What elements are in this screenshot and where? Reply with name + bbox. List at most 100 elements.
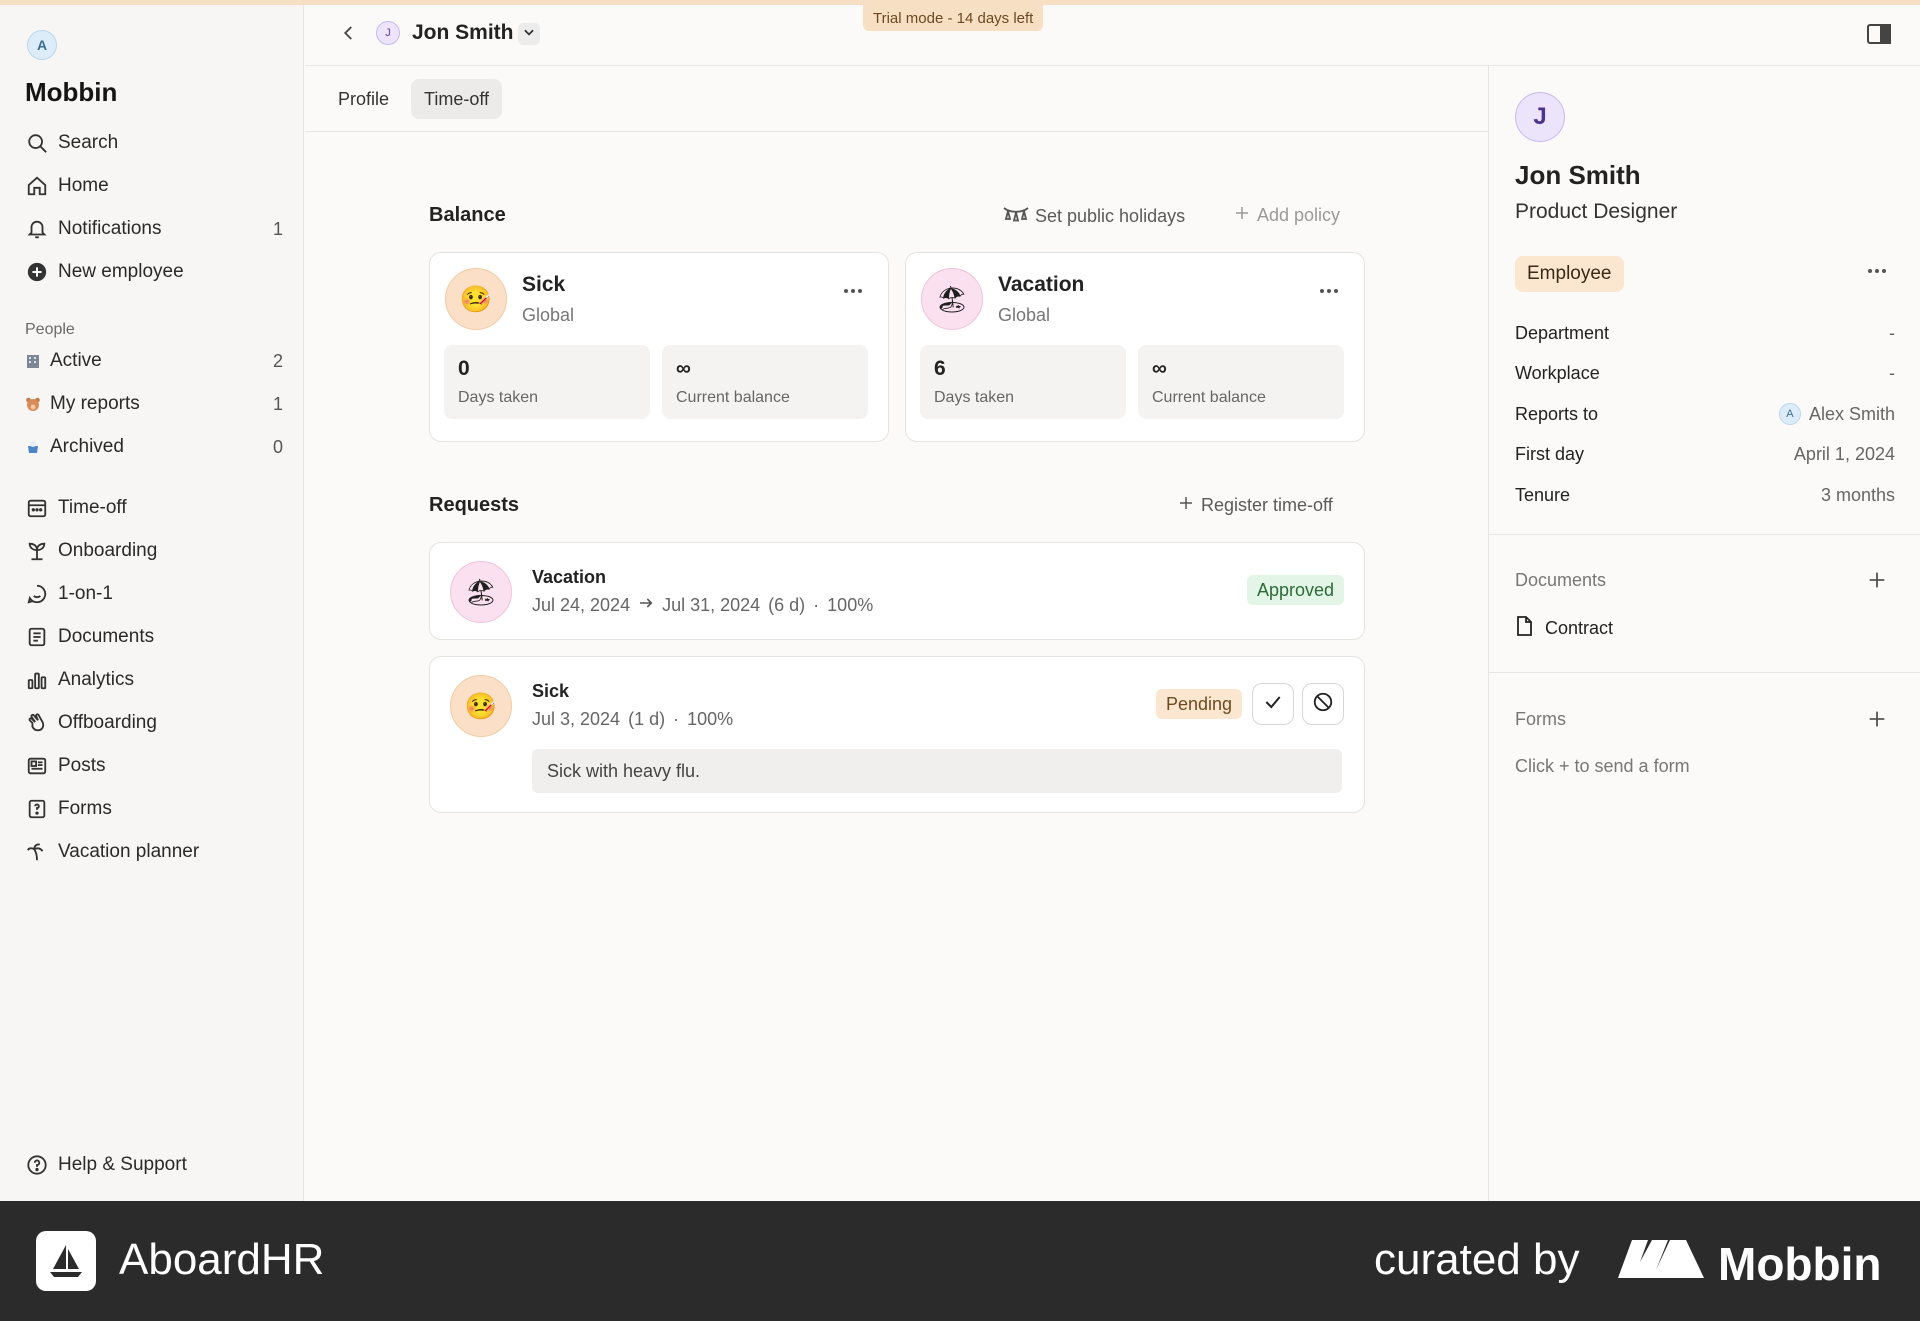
policy-name: Sick	[522, 273, 566, 296]
more-options-button[interactable]	[844, 289, 866, 297]
current-balance-label: Current balance	[676, 389, 790, 406]
days-taken-label: Days taken	[458, 389, 539, 406]
policy-scope: Global	[998, 305, 1051, 325]
requests-title: Requests	[429, 494, 520, 516]
plus-icon	[1866, 572, 1888, 595]
nav-label: Home	[58, 175, 109, 196]
field-value: -	[1889, 362, 1895, 383]
days-taken-label: Days taken	[934, 389, 1015, 406]
more-options-button[interactable]	[1868, 269, 1886, 273]
request-type: Vacation	[532, 567, 607, 587]
archive-emoji-icon	[25, 439, 41, 455]
more-options-button[interactable]	[1320, 289, 1342, 297]
footer-banner: AboardHR curated by Mobbin	[0, 1201, 1920, 1321]
field-value: Alex Smith	[1808, 403, 1895, 424]
days-taken-value: 6	[934, 357, 946, 380]
nav-label: Posts	[58, 755, 106, 776]
chat-smile-icon	[25, 582, 49, 606]
workspace-avatar[interactable]: A	[27, 30, 57, 60]
document-name: Contract	[1545, 618, 1614, 638]
sidebar: A Mobbin Search Home Notifications 1 New…	[0, 5, 304, 1201]
vacation-emoji-icon: 🏖	[450, 561, 512, 623]
toggle-side-panel-button[interactable]	[1866, 23, 1892, 47]
nav-time-off[interactable]: Time-off	[25, 491, 283, 525]
policy-name: Vacation	[998, 273, 1085, 296]
manager-link[interactable]: A Alex Smith	[1778, 403, 1895, 425]
nav-people-active[interactable]: Active 2	[25, 344, 283, 378]
ban-icon	[1312, 691, 1334, 718]
nav-label: My reports	[50, 393, 140, 414]
nav-help-support[interactable]: Help & Support	[25, 1148, 283, 1182]
employee-avatar: J	[1515, 92, 1565, 142]
document-icon	[25, 625, 49, 649]
field-label: Reports to	[1515, 403, 1599, 424]
nav-people-archived[interactable]: Archived 0	[25, 430, 283, 464]
nav-notifications[interactable]: Notifications 1	[25, 212, 283, 246]
tab-profile[interactable]: Profile	[325, 79, 402, 119]
request-card-sick[interactable]: 🤒 Sick Jul 3, 2024 (1 d) · 100% Pending …	[429, 656, 1365, 813]
field-value: -	[1889, 322, 1895, 343]
plus-icon	[1233, 204, 1251, 227]
current-balance-stat: ∞ Current balance	[1138, 345, 1344, 419]
nav-label: Notifications	[58, 218, 162, 239]
nav-forms[interactable]: Forms	[25, 792, 283, 826]
divider	[1489, 534, 1920, 535]
approve-request-button[interactable]	[1252, 683, 1294, 725]
nav-search[interactable]: Search	[25, 126, 283, 160]
nav-label: Search	[58, 132, 119, 153]
wave-hand-icon	[25, 711, 49, 735]
document-item-contract[interactable]: Contract	[1515, 616, 1613, 641]
field-label: Workplace	[1515, 362, 1600, 383]
request-card-vacation[interactable]: 🏖 Vacation Jul 24, 2024 Jul 31, 2024 (6 …	[429, 542, 1365, 640]
back-button[interactable]	[334, 20, 364, 50]
current-balance-label: Current balance	[1152, 389, 1266, 406]
office-emoji-icon	[25, 353, 41, 369]
employee-type-badge[interactable]: Employee	[1515, 256, 1624, 292]
request-percent: 100%	[827, 595, 874, 615]
register-time-off-button[interactable]: Register time-off	[1177, 494, 1333, 517]
nav-posts[interactable]: Posts	[25, 749, 283, 783]
balance-card-vacation: 🏖 Vacation Global 6 Days taken ∞ Current…	[905, 252, 1365, 442]
tab-time-off[interactable]: Time-off	[411, 79, 503, 119]
employee-name-header: Jon Smith	[412, 21, 514, 44]
mobbin-brand: Mobbin	[1618, 1237, 1882, 1291]
field-tenure: Tenure 3 months	[1515, 480, 1895, 510]
footer-app-name: AboardHR	[119, 1235, 325, 1284]
chevron-left-icon	[340, 24, 358, 47]
nav-label: New employee	[58, 261, 184, 282]
sick-emoji-icon: 🤒	[445, 268, 507, 330]
garland-icon	[1003, 204, 1029, 229]
add-form-button[interactable]	[1866, 708, 1888, 730]
nav-label: Archived	[50, 436, 124, 457]
nav-analytics[interactable]: Analytics	[25, 663, 283, 697]
employee-switcher-button[interactable]	[518, 23, 540, 45]
employee-role: Product Designer	[1515, 200, 1678, 223]
nav-home[interactable]: Home	[25, 169, 283, 203]
request-end-date: Jul 31, 2024	[662, 595, 761, 615]
add-document-button[interactable]	[1866, 569, 1888, 591]
trial-banner[interactable]: Trial mode - 14 days left	[863, 5, 1044, 31]
request-dates: Jul 24, 2024 Jul 31, 2024 (6 d) · 100%	[532, 595, 873, 616]
field-label: Tenure	[1515, 484, 1571, 505]
add-policy-button[interactable]: Add policy	[1233, 204, 1340, 227]
forms-section-label: Forms	[1515, 709, 1566, 729]
workspace-name[interactable]: Mobbin	[25, 77, 117, 108]
nav-new-employee[interactable]: New employee	[25, 255, 283, 289]
my-reports-count: 1	[272, 393, 283, 414]
search-icon	[25, 131, 49, 155]
mobbin-wordmark: Mobbin	[1718, 1238, 1882, 1290]
set-public-holidays-button[interactable]: Set public holidays	[1003, 204, 1185, 229]
employee-name: Jon Smith	[1515, 160, 1641, 190]
calendar-icon	[25, 496, 49, 520]
file-icon	[1515, 616, 1533, 641]
nav-label: Vacation planner	[58, 841, 200, 862]
nav-label: Help & Support	[58, 1154, 187, 1175]
nav-offboarding[interactable]: Offboarding	[25, 706, 283, 740]
nav-documents[interactable]: Documents	[25, 620, 283, 654]
deny-request-button[interactable]	[1302, 683, 1344, 725]
nav-people-my-reports[interactable]: My reports 1	[25, 387, 283, 421]
nav-onboarding[interactable]: Onboarding	[25, 534, 283, 568]
nav-label: Onboarding	[58, 540, 158, 561]
nav-vacation-planner[interactable]: Vacation planner	[25, 835, 283, 869]
nav-one-on-one[interactable]: 1-on-1	[25, 577, 283, 611]
